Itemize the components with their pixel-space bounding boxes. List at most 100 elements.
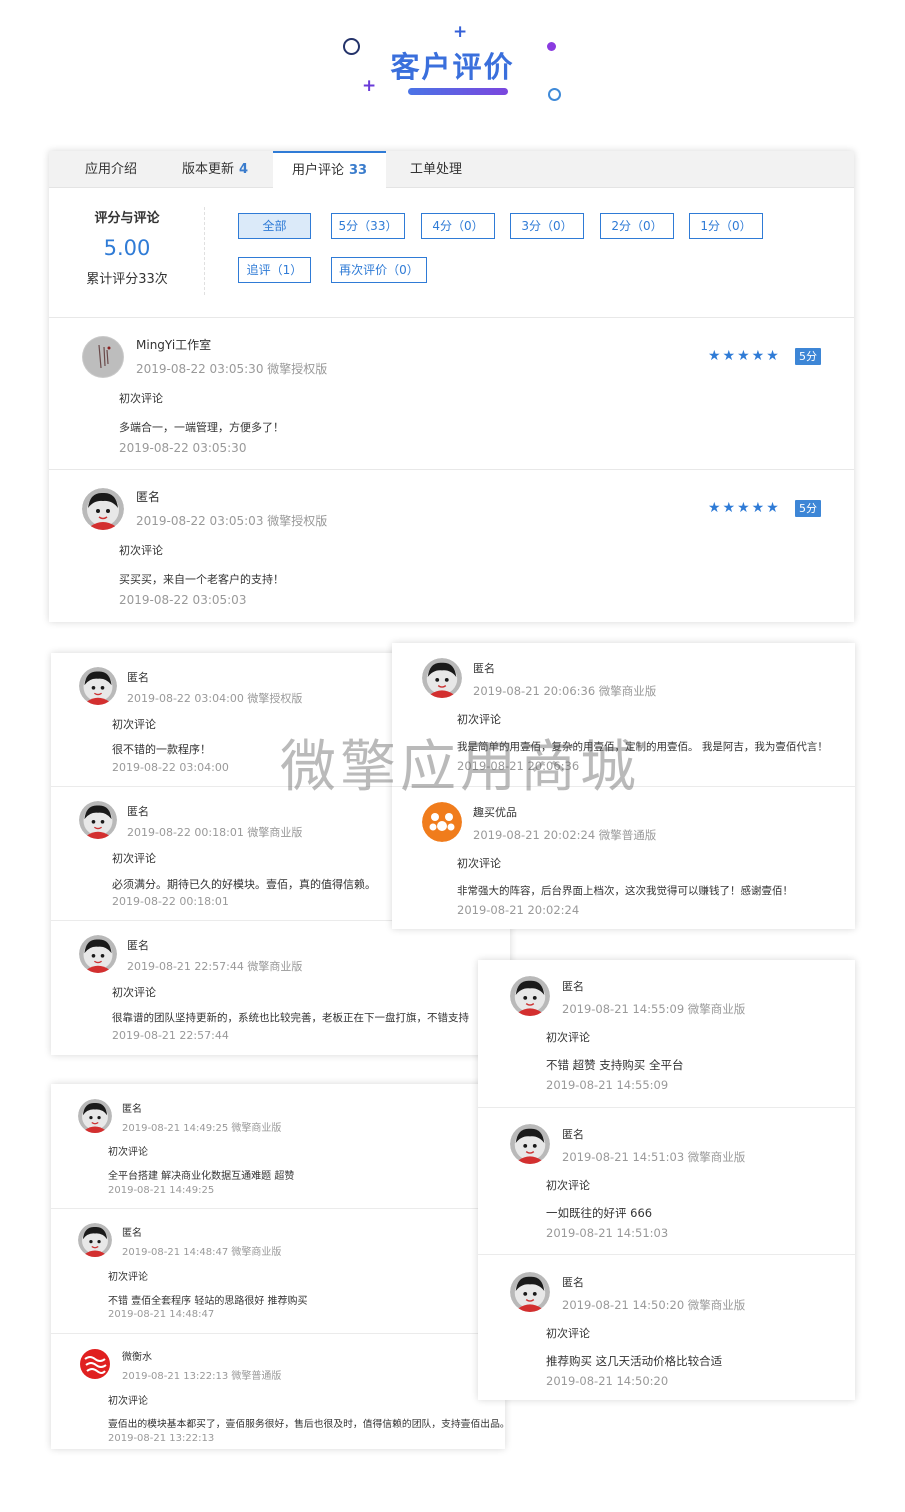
review-date: 2019-08-21 14:55:09 [546, 1078, 669, 1092]
review-tag: 初次评论 [112, 852, 156, 865]
review-meta: 2019-08-21 14:50:20 微擎商业版 [562, 1298, 746, 1312]
review-text: 推荐购买 这几天活动价格比较合适 [546, 1354, 723, 1368]
review-tag: 初次评论 [112, 986, 156, 999]
filter-re-review[interactable]: 再次评价（0） [331, 257, 427, 283]
review-date: 2019-08-21 14:49:25 [108, 1185, 215, 1196]
avatar [422, 802, 462, 842]
rating-label: 评分与评论 [94, 211, 160, 226]
review-text: 全平台搭建 解决商业化数据互通难题 超赞 [108, 1171, 295, 1182]
review-text: 多端合一，一端管理，方便多了！ [119, 421, 284, 434]
reviewer-name: 匿名 [562, 980, 584, 993]
divider [478, 1254, 855, 1255]
review-meta: 2019-08-21 13:22:13 微擎普通版 [122, 1371, 282, 1382]
reviewer-name: 匿名 [122, 1228, 142, 1239]
review-meta: 2019-08-22 03:04:00 微擎授权版 [127, 692, 303, 705]
review-meta: 2019-08-22 03:05:03 微擎授权版 [136, 514, 328, 528]
tab-version-update[interactable]: 版本更新 4 [182, 151, 248, 188]
tab-ticket[interactable]: 工单处理 [410, 151, 462, 188]
review-tag: 初次评论 [546, 1031, 590, 1044]
avatar [78, 1223, 112, 1257]
reviews-card: 匿名 2019-08-21 14:49:25 微擎商业版 初次评论 全平台搭建 … [51, 1084, 510, 1449]
avatar [79, 801, 117, 839]
avatar [510, 976, 550, 1016]
score-badge: 5分 [795, 348, 821, 365]
filter-2-star[interactable]: 2分（0） [600, 213, 674, 239]
reviewer-name: 匿名 [122, 1104, 142, 1115]
review-tag: 初次评论 [119, 392, 163, 405]
reviewer-name: 匿名 [127, 939, 149, 952]
divider [51, 1333, 505, 1334]
star-rating-icon: ★★★★★ [708, 500, 781, 516]
star-rating-icon: ★★★★★ [708, 348, 781, 364]
reviewer-name: 匿名 [127, 671, 149, 684]
filter-1-star[interactable]: 1分（0） [689, 213, 763, 239]
review-item: MingYi工作室 2019-08-22 03:05:30 微擎授权版 初次评论… [49, 317, 854, 469]
divider [478, 1107, 855, 1108]
review-meta: 2019-08-21 14:49:25 微擎商业版 [122, 1123, 282, 1134]
reviewer-name: 趣买优品 [473, 806, 517, 819]
filter-all[interactable]: 全部 [238, 213, 311, 239]
review-date: 2019-08-22 03:04:00 [112, 761, 229, 774]
review-text: 很靠谱的团队坚持更新的，系统也比较完善，老板正在下一盘打旗，不错支持 [112, 1012, 469, 1024]
divider [204, 207, 205, 295]
review-tag: 初次评论 [108, 1396, 148, 1407]
review-date: 2019-08-21 14:50:20 [546, 1374, 669, 1388]
review-date: 2019-08-21 14:48:47 [108, 1309, 215, 1320]
review-text: 我是简单的用壹佰，复杂的用壹佰，定制的用壹佰。 我是阿吉，我为壹佰代言！ [457, 741, 828, 753]
review-date: 2019-08-22 03:05:03 [119, 593, 247, 607]
reviewer-name: 匿名 [127, 805, 149, 818]
filter-5-star[interactable]: 5分（33） [331, 213, 405, 239]
score-badge: 5分 [795, 500, 821, 517]
review-meta: 2019-08-21 14:51:03 微擎商业版 [562, 1150, 746, 1164]
avatar [78, 1099, 112, 1133]
review-item: 匿名 2019-08-22 03:05:03 微擎授权版 初次评论 买买买，来自… [49, 470, 854, 622]
review-text: 不错 超赞 支持购买 全平台 [546, 1058, 684, 1072]
review-meta: 2019-08-21 20:02:24 微擎普通版 [473, 828, 657, 842]
review-date: 2019-08-21 13:22:13 [108, 1433, 215, 1444]
tab-bar: 应用介绍 版本更新 4 用户评论 33 工单处理 [49, 151, 854, 189]
reviewer-name: 匿名 [562, 1128, 584, 1141]
avatar [79, 667, 117, 705]
review-date: 2019-08-22 00:18:01 [112, 895, 229, 908]
tab-app-intro[interactable]: 应用介绍 [85, 151, 137, 188]
decor-plus-icon: + [453, 22, 468, 42]
review-date: 2019-08-21 20:06:36 [457, 759, 580, 773]
review-meta: 2019-08-21 20:06:36 微擎商业版 [473, 684, 657, 698]
reviewer-name: 匿名 [136, 490, 161, 504]
avatar [82, 336, 124, 378]
tab-user-reviews[interactable]: 用户评论 33 [273, 151, 386, 189]
review-text: 壹佰出的模块基本都买了，壹佰服务很好，售后也很及时，值得信赖的团队，支持壹佰出品… [108, 1419, 510, 1430]
review-meta: 2019-08-21 22:57:44 微擎商业版 [127, 960, 303, 973]
review-date: 2019-08-21 20:02:24 [457, 903, 580, 917]
avatar [82, 488, 124, 530]
reviewer-name: 匿名 [562, 1276, 584, 1289]
review-date: 2019-08-21 14:51:03 [546, 1226, 669, 1240]
avatar [510, 1272, 550, 1312]
review-text: 很不错的一款程序！ [112, 743, 211, 756]
review-tag: 初次评论 [108, 1272, 148, 1283]
reviews-card: 匿名 2019-08-21 14:55:09 微擎商业版 初次评论 不错 超赞 … [478, 960, 855, 1400]
rating-count: 累计评分33次 [86, 272, 168, 287]
filter-follow-up[interactable]: 追评（1） [238, 257, 311, 283]
decor-ring-icon [548, 88, 561, 101]
rating-score: 5.00 [103, 236, 151, 260]
review-tag: 初次评论 [112, 718, 156, 731]
review-date: 2019-08-21 22:57:44 [112, 1029, 229, 1042]
review-text: 一如既往的好评 666 [546, 1206, 653, 1220]
divider [392, 786, 855, 787]
review-date: 2019-08-22 03:05:30 [119, 441, 247, 455]
reviews-card: 匿名 2019-08-21 20:06:36 微擎商业版 初次评论 我是简单的用… [392, 643, 855, 929]
review-tag: 初次评论 [457, 857, 501, 870]
avatar [422, 658, 462, 698]
tab-count: 4 [239, 162, 249, 177]
review-meta: 2019-08-22 03:05:30 微擎授权版 [136, 362, 328, 376]
filter-3-star[interactable]: 3分（0） [510, 213, 584, 239]
filter-4-star[interactable]: 4分（0） [421, 213, 495, 239]
review-tag: 初次评论 [546, 1179, 590, 1192]
tab-count: 33 [348, 163, 368, 178]
review-tag: 初次评论 [546, 1327, 590, 1340]
review-meta: 2019-08-21 14:48:47 微擎商业版 [122, 1247, 282, 1258]
reviewer-name: 微衡水 [122, 1352, 152, 1363]
review-meta: 2019-08-22 00:18:01 微擎商业版 [127, 826, 303, 839]
page-title: 客户评价 [390, 50, 515, 84]
